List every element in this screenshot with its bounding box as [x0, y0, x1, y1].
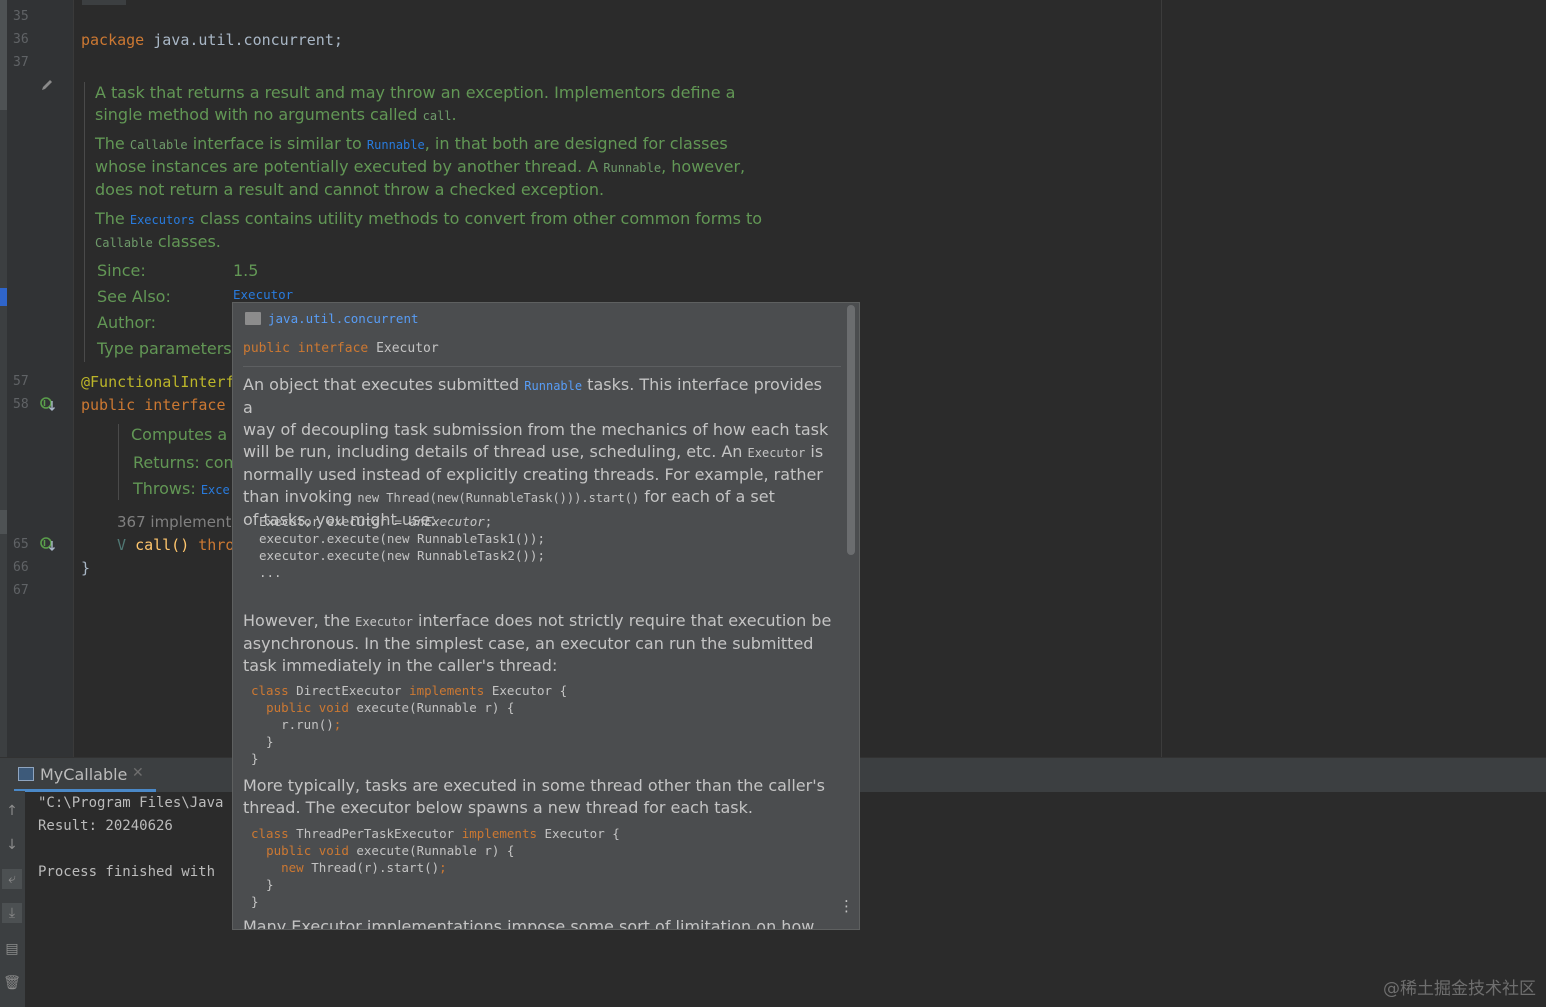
implementations-hint[interactable]: 367 implementa [117, 511, 241, 533]
implemented-gutter-icon[interactable]: I [40, 397, 55, 411]
line-number: 36 [13, 32, 29, 47]
print-icon[interactable]: ▤ [2, 939, 22, 959]
active-tab-indicator [14, 789, 156, 792]
line-number: 65 [13, 537, 29, 552]
method-javadoc-border [118, 424, 119, 500]
run-tab-label: MyCallable [40, 765, 128, 784]
scroll-to-end-icon[interactable]: ⤓ [2, 903, 22, 923]
javadoc-paragraph-2: The Callable interface is similar to Run… [95, 134, 746, 199]
popup-paragraph-3: More typically, tasks are executed in so… [243, 776, 825, 817]
svg-text:I: I [43, 399, 46, 408]
line-number: 66 [13, 560, 29, 575]
close-tab-icon[interactable]: ✕ [132, 765, 144, 781]
author-label: Author: [97, 313, 156, 332]
console-icon [18, 767, 34, 781]
line-number: 57 [13, 374, 29, 389]
line-number: 37 [13, 55, 29, 70]
annotation-line: @FunctionalInterf [81, 373, 235, 391]
implemented-method-gutter-icon[interactable]: I [40, 537, 55, 551]
folded-region-marker[interactable] [82, 0, 126, 5]
since-value: 1.5 [233, 261, 259, 280]
package-line: package java.util.concurrent; [81, 31, 343, 49]
see-also-label: See Also: [97, 287, 171, 306]
console-line: Result: 20240626 [38, 818, 173, 834]
line-number: 67 [13, 583, 29, 598]
up-arrow-icon[interactable]: ↑ [2, 801, 22, 821]
popup-paragraph-1: An object that executes submitted Runnab… [243, 375, 829, 529]
method-doc-line-2: Returns: com [133, 453, 240, 472]
popup-code-sample-1: Executor executor = anExecutor; executor.… [259, 514, 545, 580]
run-toolbar: ↑ ↓ ⤶ ⤓ ▤ 🗑 [0, 791, 25, 1007]
svg-text:I: I [43, 539, 46, 548]
left-tool-stripe [0, 0, 7, 757]
console-line: "C:\Program Files\Java [38, 795, 224, 811]
popup-scrollbar[interactable] [847, 305, 855, 555]
watermark: @稀土掘金技术社区 [1383, 979, 1536, 999]
interface-declaration: public interface [81, 396, 226, 414]
popup-paragraph-4-cut: Many Executor implementations impose som… [243, 917, 815, 930]
quick-documentation-popup[interactable]: java.util.concurrent public interface Ex… [232, 302, 860, 930]
closing-brace: } [81, 559, 91, 577]
more-options-icon[interactable]: ⋮ [839, 899, 854, 921]
console-line: Process finished with [38, 864, 216, 880]
call-method-line: V call() thro [117, 536, 235, 554]
package-link[interactable]: java.util.concurrent [268, 311, 419, 326]
method-doc-line-1: Computes a r [131, 425, 239, 444]
line-number: 58 [13, 397, 29, 412]
popup-divider [243, 366, 841, 367]
javadoc-paragraph-1: A task that returns a result and may thr… [95, 83, 736, 124]
run-tab-mycallable[interactable]: MyCallable ✕ [14, 758, 156, 792]
method-doc-line-3: Throws: Exce [133, 479, 230, 498]
trash-icon[interactable]: 🗑 [2, 973, 22, 993]
since-label: Since: [97, 261, 146, 280]
popup-declaration: public interface Executor [243, 341, 439, 356]
line-number: 35 [13, 9, 29, 24]
right-margin-guide [1161, 0, 1162, 757]
popup-paragraph-2: However, the Executor interface does not… [243, 611, 832, 675]
down-arrow-icon[interactable]: ↓ [2, 835, 22, 855]
popup-code-sample-2: class DirectExecutor implements Executor… [251, 683, 568, 766]
soft-wrap-icon[interactable]: ⤶ [2, 869, 22, 889]
javadoc-paragraph-3: The Executors class contains utility met… [95, 209, 763, 251]
gutter-separator [73, 0, 74, 757]
package-folder-icon [245, 312, 261, 325]
popup-code-sample-3: class ThreadPerTaskExecutor implements E… [251, 826, 620, 909]
edit-pencil-icon[interactable] [40, 78, 54, 92]
type-params-label: Type parameters: [97, 339, 238, 358]
javadoc-border [84, 82, 85, 362]
